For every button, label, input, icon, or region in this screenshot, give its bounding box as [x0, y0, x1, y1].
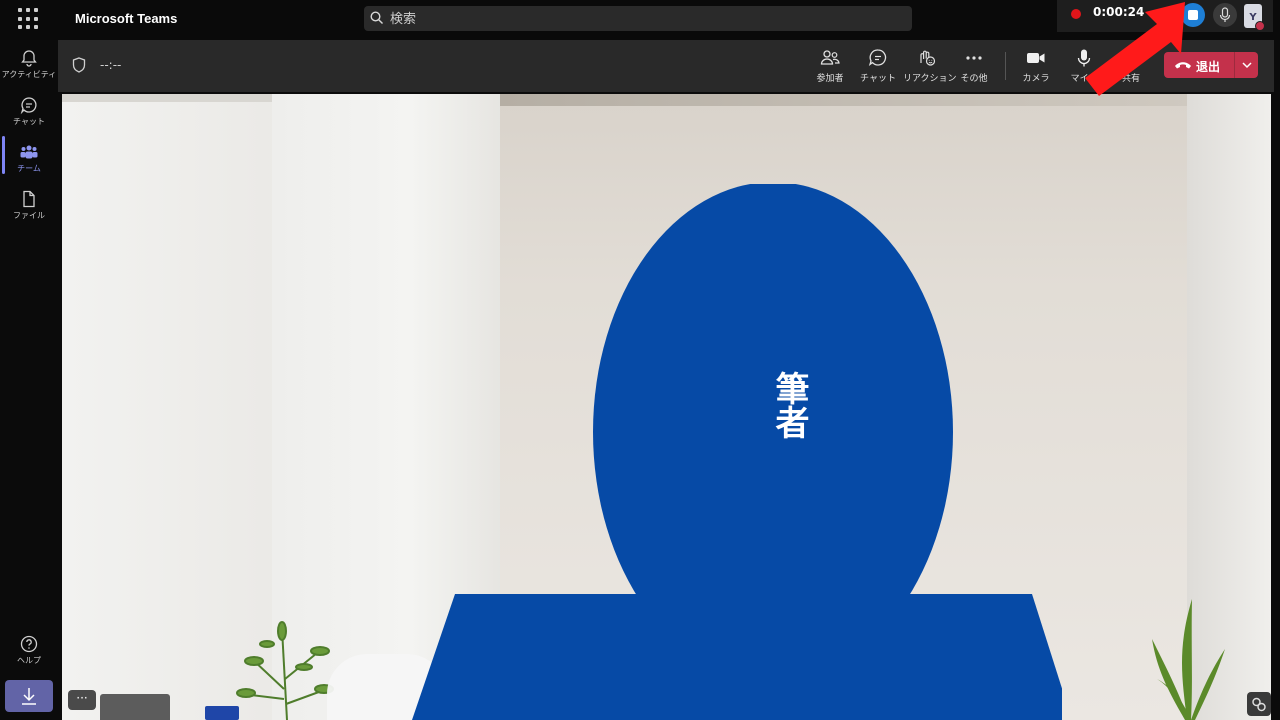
user-avatar[interactable]: Y	[1244, 4, 1265, 31]
video-stage: 筆者	[62, 94, 1271, 720]
camera-label: カメラ	[1022, 74, 1050, 84]
rail-item-activity[interactable]: アクティビティ	[0, 42, 58, 86]
app-title: Microsoft Teams	[75, 11, 178, 26]
pop-out-button[interactable]	[1247, 692, 1271, 716]
camera-icon	[1027, 53, 1045, 63]
participant-avatar-silhouette	[412, 184, 1062, 720]
rail-item-chat[interactable]: チャット	[0, 89, 58, 133]
chat-button[interactable]: チャット	[855, 48, 901, 84]
more-label: その他	[960, 74, 988, 84]
download-app-button[interactable]	[5, 680, 53, 712]
stage-more-button[interactable]: ···	[68, 690, 96, 710]
link-icon	[1252, 697, 1266, 712]
rail-label: ファイル	[13, 211, 45, 220]
reaction-icon	[920, 50, 936, 66]
camera-button[interactable]: カメラ	[1013, 48, 1059, 84]
chat-label: チャット	[860, 74, 896, 84]
rail-item-teams[interactable]: チーム	[0, 136, 58, 180]
more-options-button[interactable]: その他	[951, 48, 997, 84]
toolbar-divider	[1005, 52, 1006, 80]
rail-item-help[interactable]: ヘルプ	[0, 628, 58, 672]
rail-item-files[interactable]: ファイル	[0, 183, 58, 227]
chat-icon	[20, 97, 37, 115]
app-rail: アクティビティ チャット チーム ファイル ヘルプ	[0, 40, 58, 720]
rail-label: アクティビティ	[1, 70, 57, 79]
background-plant-left	[236, 621, 334, 720]
people-icon	[820, 50, 840, 65]
leave-separator	[1234, 52, 1235, 78]
reaction-label: リアクション	[903, 74, 957, 84]
rail-label: ヘルプ	[17, 656, 41, 665]
presence-badge	[1255, 21, 1265, 31]
avatar-initial: Y	[1249, 12, 1257, 23]
participants-label: 参加者	[816, 74, 844, 84]
bell-icon	[21, 50, 37, 67]
search-box[interactable]	[364, 6, 912, 31]
background-plant-right	[1152, 599, 1225, 720]
chevron-down-icon[interactable]	[1240, 58, 1254, 72]
annotation-arrow-icon	[1085, 2, 1185, 96]
file-icon	[23, 190, 35, 208]
search-icon	[370, 11, 383, 24]
app-launcher-icon[interactable]	[18, 8, 40, 30]
meeting-duration: --:--	[100, 58, 122, 72]
chat-icon	[868, 49, 887, 67]
reaction-button[interactable]: リアクション	[903, 48, 957, 84]
background-laptop	[100, 694, 170, 720]
help-icon	[20, 635, 38, 653]
shield-icon	[72, 57, 86, 73]
rail-label: チーム	[17, 164, 41, 173]
leave-label: 退出	[1196, 60, 1221, 74]
teams-icon	[20, 145, 38, 159]
search-input[interactable]	[388, 9, 892, 29]
mic-icon	[1219, 7, 1231, 22]
download-icon	[22, 688, 36, 705]
more-icon	[966, 56, 982, 60]
participants-button[interactable]: 参加者	[807, 48, 853, 84]
rail-label: チャット	[13, 117, 45, 126]
mic-toggle-button[interactable]	[1213, 3, 1237, 27]
participant-name: 筆者	[769, 371, 809, 439]
